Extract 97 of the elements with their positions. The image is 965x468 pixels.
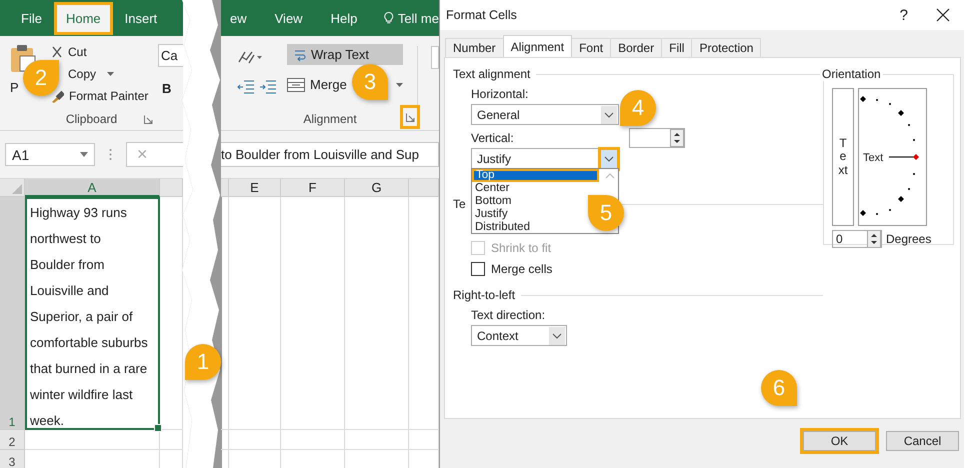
section-heading: Right-to-left — [453, 288, 516, 302]
ribbon-tab[interactable]: ew — [221, 4, 256, 32]
font-name-field[interactable]: Ca — [158, 44, 183, 67]
dropdown-field[interactable]: Justify — [471, 148, 619, 169]
section-heading: Orientation — [820, 67, 883, 81]
scissors-icon[interactable] — [51, 46, 63, 58]
dial-label: Text — [863, 152, 884, 164]
chevron-icon[interactable] — [549, 326, 565, 344]
degrees-spinner[interactable]: 0 — [832, 230, 882, 248]
vertical-text-button[interactable]: Text — [832, 88, 854, 226]
orientation-dial[interactable]: Text — [858, 88, 927, 226]
column-header[interactable]: E — [229, 179, 281, 197]
dialog-launcher-icon[interactable] — [144, 115, 153, 124]
spinner-arrows-icon[interactable] — [670, 129, 684, 147]
dialog-button[interactable]: Cancel — [886, 431, 959, 451]
ribbon-tab[interactable]: View — [266, 4, 312, 32]
window-title: Format Cells — [446, 8, 518, 22]
row-header[interactable]: 2 — [0, 430, 25, 450]
copy-button[interactable]: Copy — [68, 67, 96, 81]
grid-cell[interactable] — [345, 430, 409, 450]
row-header[interactable]: 1 — [0, 197, 25, 430]
section-heading: Te — [453, 197, 466, 211]
dropdown-field[interactable]: Context — [471, 325, 567, 346]
grid-cell[interactable] — [160, 197, 183, 430]
dialog-tab[interactable]: Number — [445, 38, 504, 57]
caret-icon[interactable] — [107, 72, 114, 76]
group-label: Alignment — [303, 112, 357, 126]
column-header[interactable]: G — [345, 179, 409, 197]
dialog-button[interactable]: OK — [803, 431, 876, 451]
grid-cell[interactable] — [221, 430, 229, 450]
grid-cell[interactable] — [229, 430, 281, 450]
list-option[interactable]: Center — [472, 182, 513, 195]
select-all-button[interactable] — [0, 179, 25, 197]
decrease-indent-icon[interactable] — [237, 80, 255, 94]
dropdown-field[interactable]: General — [471, 104, 619, 125]
list-option[interactable]: Bottom — [472, 195, 514, 208]
ribbon-tab[interactable]: Home — [56, 4, 110, 32]
field-label: Text direction: — [471, 308, 546, 322]
grid-cell[interactable] — [25, 430, 160, 450]
group-label: Clipboard — [66, 112, 118, 126]
grid-cell[interactable] — [281, 430, 345, 450]
ribbon-tab[interactable]: Insert — [116, 4, 166, 32]
column-header[interactable]: A — [25, 179, 160, 197]
cell-text: Highway 93 runs northwest to Boulder from Louisville and Superior, a pair of comfortable suburbs that burned in a rare winter wildfire last week. — [25, 197, 160, 430]
step-number: 5 — [598, 200, 614, 226]
triangle-icon — [12, 184, 22, 194]
list-option[interactable]: Justify — [472, 208, 511, 221]
name-box[interactable]: A1 — [5, 143, 95, 166]
section-heading: Text alignment — [453, 67, 530, 81]
field-label: Vertical: — [471, 131, 515, 145]
list-option[interactable]: Top — [472, 169, 599, 182]
step-number: 1 — [196, 349, 210, 375]
grid-cell[interactable] — [345, 197, 409, 430]
grip-icon — [109, 148, 112, 161]
caret-icon[interactable] — [80, 152, 88, 157]
wrap-text-icon — [293, 48, 307, 62]
scroll-up-icon[interactable] — [605, 173, 615, 179]
lightbulb-icon[interactable] — [384, 10, 394, 26]
paste-label[interactable]: P — [10, 80, 19, 95]
step-number: 6 — [772, 375, 786, 401]
dialog-tab[interactable]: Protection — [691, 38, 762, 57]
checkbox-label: Merge cells — [491, 262, 552, 276]
format-painter-button[interactable]: Format Painter — [69, 89, 148, 103]
caret-icon[interactable] — [396, 82, 403, 86]
list-option[interactable]: Distributed — [472, 221, 533, 234]
step-number: 3 — [362, 69, 378, 95]
column-header[interactable]: F — [281, 179, 345, 197]
grid-cell[interactable] — [160, 430, 183, 450]
checkbox-label: Shrink to fit — [491, 241, 552, 255]
grid-cell[interactable] — [229, 197, 281, 430]
brush-icon[interactable] — [51, 90, 64, 102]
grid-cell[interactable] — [281, 197, 345, 430]
step-number: 2 — [34, 65, 48, 91]
merge-icon[interactable] — [287, 78, 305, 92]
step-number: 4 — [630, 95, 646, 121]
grid-cell[interactable] — [221, 197, 229, 430]
spinner-arrows-icon[interactable] — [867, 230, 881, 248]
ribbon-tab[interactable]: Help — [322, 4, 366, 32]
close-icon[interactable] — [936, 8, 950, 22]
increase-indent-icon[interactable] — [259, 80, 277, 94]
clipboard-icon[interactable] — [10, 44, 36, 72]
chevron-icon[interactable] — [601, 106, 617, 124]
number-format-field[interactable] — [431, 46, 439, 69]
cut-button[interactable]: Cut — [68, 45, 87, 59]
ribbon-tab[interactable]: File — [12, 4, 51, 32]
tell-me-field[interactable]: Tell me — [398, 10, 439, 26]
merge-button[interactable]: Merge — [310, 77, 347, 92]
row-header[interactable]: 3 — [0, 450, 25, 468]
field-label: Horizontal: — [471, 87, 530, 101]
dialog-launcher-icon[interactable] — [403, 108, 417, 126]
dialog-tab[interactable]: Alignment — [502, 35, 572, 57]
field-label: Degrees — [886, 232, 932, 246]
formula-field[interactable]: to Boulder from Louisville and Sup — [221, 142, 439, 167]
wrap-text-button[interactable]: Wrap Text — [287, 44, 403, 65]
bold-button[interactable]: B — [158, 81, 183, 96]
checkbox[interactable] — [471, 262, 485, 276]
help-button[interactable]: ? — [900, 6, 908, 24]
